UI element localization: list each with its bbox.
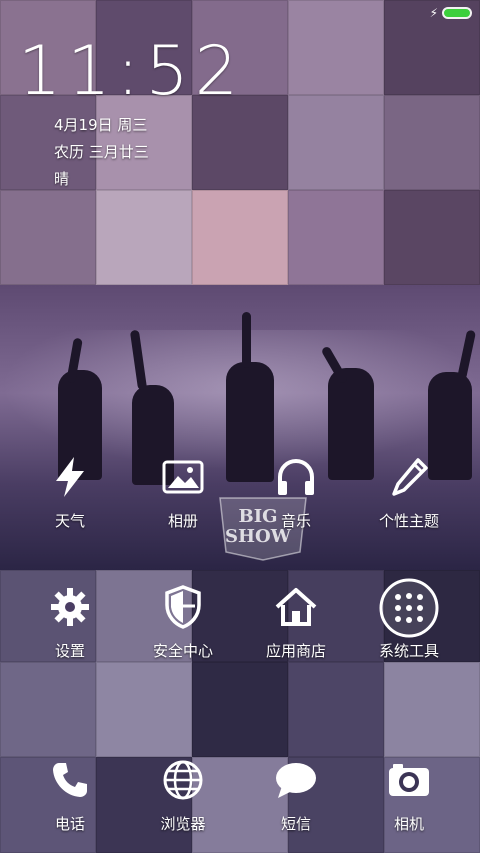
app-system-tools-folder[interactable]: 系统工具 bbox=[354, 576, 464, 661]
wallpaper-tile bbox=[0, 662, 96, 757]
app-store[interactable]: 应用商店 bbox=[241, 582, 351, 661]
wallpaper-tile bbox=[96, 190, 192, 285]
tools-folder-icon bbox=[354, 576, 464, 640]
camera-icon bbox=[354, 755, 464, 805]
app-label: 短信 bbox=[280, 815, 311, 833]
app-label: 设置 bbox=[54, 642, 85, 660]
weather-text[interactable]: 晴 bbox=[54, 168, 69, 189]
lunar-date-text: 农历 三月廿三 bbox=[54, 143, 149, 161]
performer-arm bbox=[242, 312, 251, 368]
wallpaper-tile bbox=[288, 190, 384, 285]
wallpaper-tile bbox=[384, 95, 480, 190]
app-label: 浏览器 bbox=[160, 815, 206, 833]
app-label: 相机 bbox=[393, 815, 424, 833]
charging-bolt-icon: ⚡ bbox=[429, 6, 438, 20]
app-gallery[interactable]: 相册 bbox=[128, 452, 238, 531]
app-label: 应用商店 bbox=[265, 642, 326, 660]
home-icon bbox=[241, 582, 351, 632]
message-icon bbox=[241, 755, 351, 805]
wallpaper-tile bbox=[288, 662, 384, 757]
battery-icon bbox=[442, 7, 472, 19]
wallpaper-tile bbox=[192, 662, 288, 757]
wallpaper-tile bbox=[384, 190, 480, 285]
app-music[interactable]: 音乐 bbox=[241, 452, 351, 531]
wallpaper-tile bbox=[288, 95, 384, 190]
app-phone[interactable]: 电话 bbox=[15, 755, 125, 834]
app-security[interactable]: 安全中心 bbox=[128, 582, 238, 661]
app-label: 天气 bbox=[54, 512, 85, 530]
app-label: 相册 bbox=[167, 512, 198, 530]
wallpaper-tile bbox=[96, 662, 192, 757]
shield-icon bbox=[128, 582, 238, 632]
gear-icon bbox=[15, 582, 125, 632]
wallpaper-tile bbox=[192, 190, 288, 285]
app-label: 安全中心 bbox=[152, 642, 213, 660]
wallpaper-tile bbox=[384, 662, 480, 757]
lockscreen-clock[interactable]: 11:52 bbox=[18, 32, 244, 111]
globe-icon bbox=[128, 755, 238, 805]
app-weather[interactable]: 天气 bbox=[15, 452, 125, 531]
app-camera[interactable]: 相机 bbox=[354, 755, 464, 834]
wallpaper-tile bbox=[0, 190, 96, 285]
app-label: 个性主题 bbox=[378, 512, 439, 530]
lightning-icon bbox=[15, 452, 125, 502]
app-label: 系统工具 bbox=[378, 642, 439, 660]
brush-icon bbox=[354, 452, 464, 502]
date-text: 4月19日 周三 bbox=[54, 116, 148, 134]
app-settings[interactable]: 设置 bbox=[15, 582, 125, 661]
headphones-icon bbox=[241, 452, 351, 502]
wallpaper-tile bbox=[288, 0, 384, 95]
app-label: 电话 bbox=[54, 815, 85, 833]
app-themes[interactable]: 个性主题 bbox=[354, 452, 464, 531]
app-label: 音乐 bbox=[280, 512, 311, 530]
app-messages[interactable]: 短信 bbox=[241, 755, 351, 834]
gallery-icon bbox=[128, 452, 238, 502]
app-browser[interactable]: 浏览器 bbox=[128, 755, 238, 834]
phone-icon bbox=[15, 755, 125, 805]
